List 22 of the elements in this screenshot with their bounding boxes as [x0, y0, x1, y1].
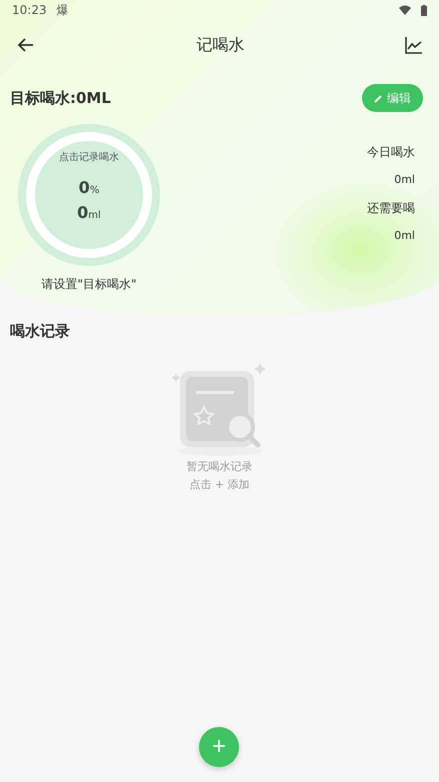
page-title: 记喝水	[196, 34, 246, 56]
empty-message: 点击 + 添加	[189, 477, 250, 493]
edit-button[interactable]: 编辑	[362, 84, 423, 112]
battery-icon	[421, 4, 427, 16]
add-button[interactable]: +	[199, 727, 239, 767]
wifi-icon	[399, 5, 411, 15]
goal-caption: 请设置"目标喝水"	[41, 276, 137, 293]
line-chart-icon[interactable]	[403, 34, 425, 56]
goal-label: 目标喝水:0ML	[10, 88, 112, 108]
stat-label: 今日喝水	[367, 144, 415, 161]
stat-label: 还需要喝	[367, 200, 415, 217]
notification-text: 爆	[56, 2, 69, 18]
pencil-icon	[374, 94, 383, 102]
section-title: 喝水记录	[9, 321, 71, 342]
progress-ring[interactable]: 点击记录喝水 0% 0ml	[16, 122, 162, 268]
stat-value: 0ml	[394, 173, 415, 186]
stat-value: 0ml	[394, 229, 415, 242]
empty-message: 暂无喝水记录	[186, 459, 252, 475]
status-time: 10:23	[12, 3, 47, 17]
ring-hint: 点击记录喝水	[59, 150, 119, 164]
amount-value: 0ml	[77, 203, 101, 222]
percent-value: 0%	[78, 178, 100, 197]
